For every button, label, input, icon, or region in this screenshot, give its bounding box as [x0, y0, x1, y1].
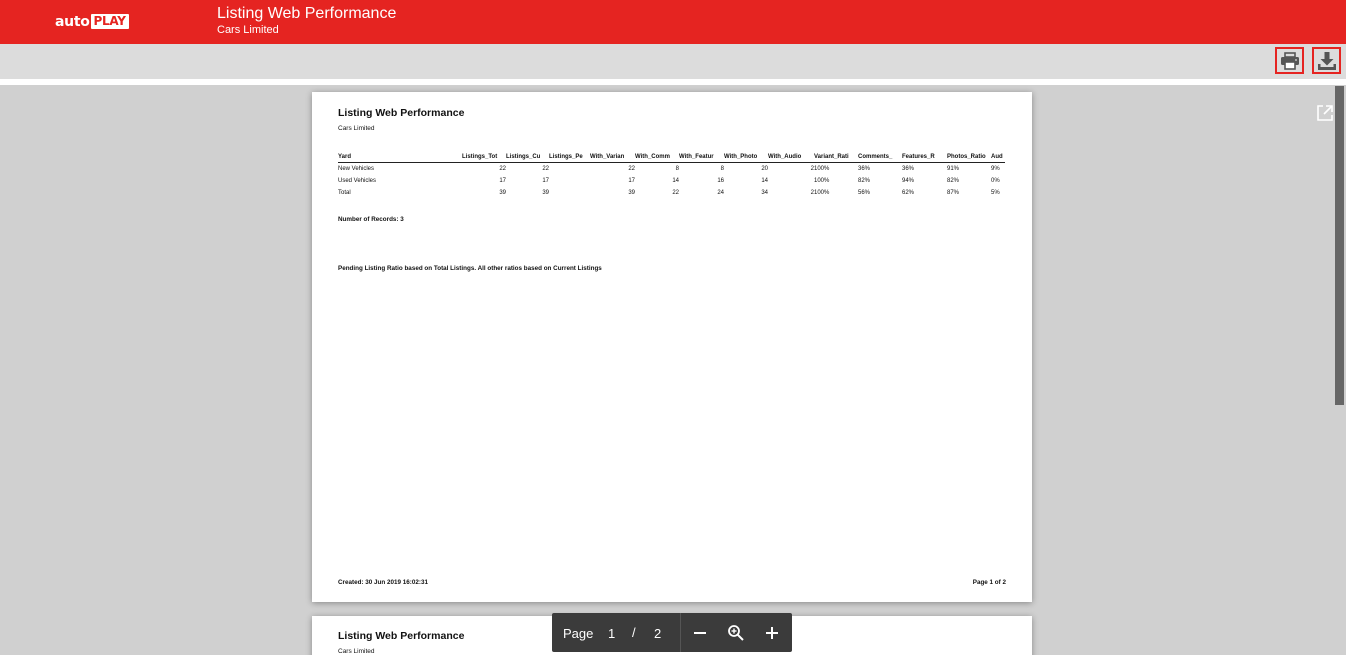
print-button[interactable]	[1275, 47, 1304, 74]
zoom-icon	[728, 625, 744, 641]
zoom-out-button[interactable]	[690, 623, 710, 643]
table-cell: 87%	[947, 190, 960, 196]
table-cell: 24	[717, 190, 724, 196]
table-cell: 39	[499, 190, 506, 196]
table-cell: 17	[499, 178, 506, 184]
table-cell: 22	[499, 166, 506, 172]
table-cell: 91%	[947, 166, 960, 172]
minus-icon	[694, 632, 706, 634]
column-header: Variant_Rati	[814, 152, 858, 163]
table-row: New Vehicles 22 22 22 8 8 20 2 100% 36% …	[338, 163, 1005, 176]
printer-icon	[1280, 51, 1299, 70]
table-cell: 36%	[902, 166, 915, 172]
column-header: Photos_Ratio	[947, 152, 991, 163]
table-cell: 9%	[991, 166, 1000, 172]
report-toolbar	[0, 44, 1346, 79]
column-header: Listings_Tot	[462, 152, 506, 163]
page-number-footer: Page 1 of 2	[972, 579, 1006, 586]
column-header: With_Varian	[590, 152, 635, 163]
page-separator: /	[632, 625, 636, 640]
table-cell: 100%	[814, 178, 830, 184]
page-subtitle: Cars Limited	[217, 24, 279, 36]
table-cell: Used Vehicles	[338, 178, 377, 184]
column-header: Listings_Cu	[506, 152, 549, 163]
table-cell: 0%	[991, 178, 1000, 184]
pdf-viewer[interactable]: Listing Web Performance Cars Limited Yar…	[0, 85, 1346, 655]
table-cell: 34	[761, 190, 768, 196]
current-page[interactable]: 1	[608, 626, 615, 641]
app-header: auto PLAY Listing Web Performance Cars L…	[0, 0, 1346, 44]
table-cell: 5%	[991, 190, 1000, 196]
table-cell: 17	[542, 178, 549, 184]
download-button[interactable]	[1312, 47, 1341, 74]
column-header: With_Photo	[724, 152, 768, 163]
table-cell: 2	[810, 190, 814, 196]
column-header: Aud	[991, 152, 1005, 163]
open-external-icon[interactable]	[1316, 104, 1334, 122]
table-cell: 94%	[902, 178, 915, 184]
table-cell	[768, 175, 814, 187]
table-cell: New Vehicles	[338, 166, 375, 172]
report-table: Yard Listings_Tot Listings_Cu Listings_P…	[338, 152, 1005, 199]
table-row: Used Vehicles 17 17 17 14 16 14 100% 82%…	[338, 175, 1005, 187]
table-cell: 100%	[814, 166, 830, 172]
created-timestamp: Created: 30 Jun 2019 16:02:31	[338, 579, 428, 586]
table-cell: 36%	[858, 166, 871, 172]
table-cell: 16	[717, 178, 724, 184]
table-header-row: Yard Listings_Tot Listings_Cu Listings_P…	[338, 152, 1005, 163]
table-cell: 8	[675, 166, 679, 172]
table-cell: 22	[672, 190, 679, 196]
column-header: Features_R	[902, 152, 947, 163]
table-row: Total 39 39 39 22 24 34 2 100% 56% 62% 8…	[338, 187, 1005, 199]
table-cell	[549, 163, 590, 176]
table-cell: 82%	[947, 178, 960, 184]
report-page-1: Listing Web Performance Cars Limited Yar…	[312, 92, 1032, 602]
logo-play-text: PLAY	[90, 14, 129, 29]
plus-icon	[766, 627, 778, 639]
column-header: Listings_Pe	[549, 152, 590, 163]
scrollbar-thumb[interactable]	[1335, 86, 1344, 405]
table-cell: 62%	[902, 190, 915, 196]
table-cell	[549, 187, 590, 199]
zoom-fit-button[interactable]	[726, 623, 746, 643]
table-cell: 39	[628, 190, 635, 196]
total-pages: 2	[654, 626, 662, 641]
report-title: Listing Web Performance	[338, 107, 465, 119]
table-cell	[549, 175, 590, 187]
column-header: With_Comm	[635, 152, 679, 163]
column-header: Yard	[338, 152, 462, 163]
table-cell: 17	[628, 178, 635, 184]
table-cell: 22	[542, 166, 549, 172]
table-cell: 56%	[858, 190, 871, 196]
zoom-in-button[interactable]	[762, 623, 782, 643]
table-cell: Total	[338, 190, 351, 196]
page-title: Listing Web Performance	[217, 5, 397, 22]
table-cell: 20	[761, 166, 768, 172]
report-title: Listing Web Performance	[338, 630, 465, 642]
table-cell: 2	[810, 166, 814, 172]
table-cell: 14	[761, 178, 768, 184]
autoplay-logo[interactable]: auto PLAY	[55, 13, 129, 30]
table-cell: 8	[720, 166, 724, 172]
report-note: Pending Listing Ratio based on Total Lis…	[338, 265, 602, 272]
download-icon	[1317, 51, 1336, 70]
report-subtitle: Cars Limited	[338, 648, 375, 655]
page-navigator: Page 1 / 2	[552, 613, 792, 652]
column-header: Comments_	[858, 152, 902, 163]
page-label: Page	[563, 626, 594, 641]
record-count: Number of Records: 3	[338, 216, 404, 223]
table-cell: 39	[542, 190, 549, 196]
table-cell: 100%	[814, 190, 830, 196]
column-header: With_Audio	[768, 152, 814, 163]
pager-divider	[680, 613, 681, 652]
table-cell: 22	[628, 166, 635, 172]
logo-auto-text: auto	[55, 13, 90, 30]
column-header: With_Featur	[679, 152, 724, 163]
table-cell: 82%	[858, 178, 871, 184]
table-cell: 14	[672, 178, 679, 184]
report-subtitle: Cars Limited	[338, 125, 375, 132]
